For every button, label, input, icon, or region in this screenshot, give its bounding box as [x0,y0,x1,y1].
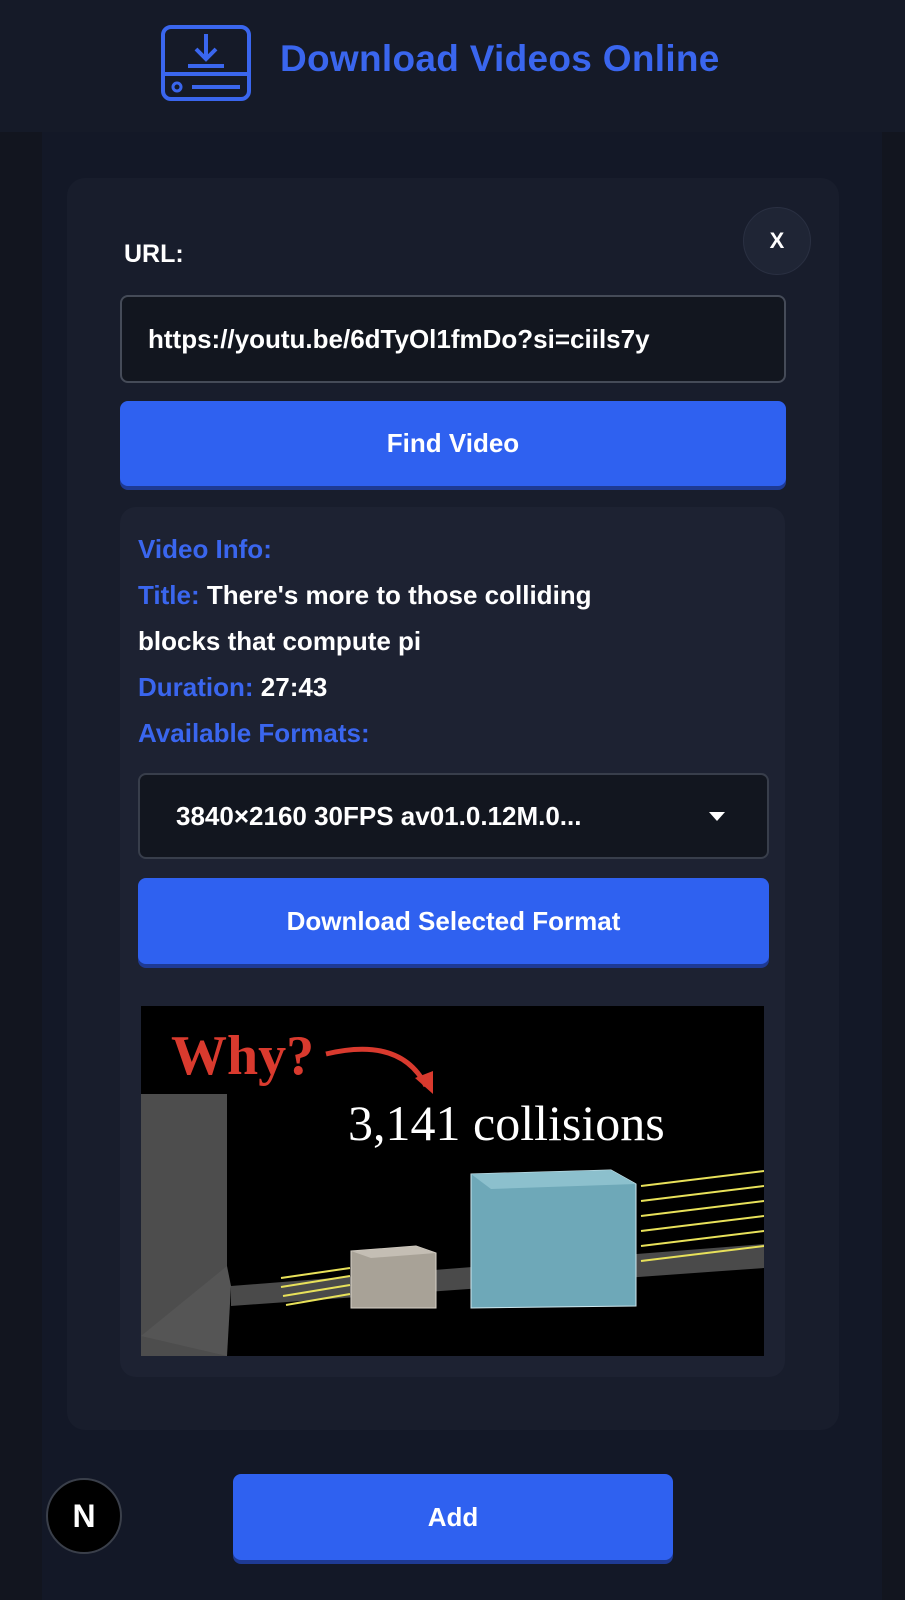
format-select[interactable]: 3840×2160 30FPS av01.0.12M.0... [138,773,769,859]
duration-label: Duration: [138,672,254,702]
collisions-text: 3,141 collisions [348,1095,665,1151]
video-thumbnail: Why? 3,141 collisions [141,1006,764,1356]
url-input[interactable]: https://youtu.be/6dTyOl1fmDo?si=ciils7y [120,295,786,383]
title-label: Title: [138,580,200,610]
n-badge-icon[interactable]: N [46,1478,122,1554]
chevron-down-icon [709,811,725,821]
video-info-heading: Video Info: [138,534,272,564]
title-value-line1: There's more to those colliding [206,580,592,610]
title-value-line2: blocks that compute pi [138,626,422,656]
selected-format: 3840×2160 30FPS av01.0.12M.0... [176,800,582,831]
formats-label: Available Formats: [138,718,370,748]
title-row: Title: There's more to those colliding [138,578,592,612]
download-selected-format-button[interactable]: Download Selected Format [138,878,769,964]
duration-row: Duration: 27:43 [138,670,327,704]
download-box-icon [161,25,251,101]
close-button[interactable]: X [743,207,811,275]
url-label: URL: [124,240,184,268]
add-button[interactable]: Add [233,1474,673,1560]
duration-value: 27:43 [260,672,328,702]
app-title: Download Videos Online [280,38,720,79]
why-text: Why? [171,1025,314,1087]
find-video-button[interactable]: Find Video [120,401,786,486]
